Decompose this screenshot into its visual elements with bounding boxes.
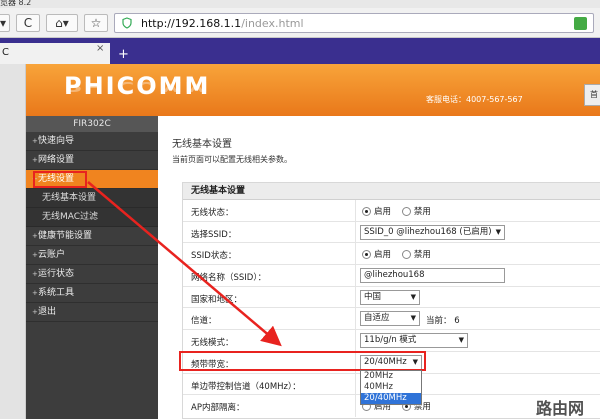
ssid-name-input[interactable]: @lihezhou168: [360, 268, 505, 284]
sidebar-item-logout[interactable]: +退出: [26, 303, 158, 322]
watermark: 路由网: [536, 399, 585, 418]
country-select-value: 中国: [364, 291, 382, 302]
channel-select-value: 自适应: [364, 313, 390, 324]
radio-label: 启用: [374, 250, 392, 261]
sidebar-item-label: 快速向导: [38, 136, 75, 146]
country-select[interactable]: 中国 ▼: [360, 289, 420, 305]
sidebar-item-label: 健康节能设置: [38, 231, 93, 241]
window-titlebar: 览器 8.2: [0, 0, 600, 8]
radio-disable[interactable]: [401, 249, 411, 259]
row-wireless-mode: 无线模式： 11b/g/n 模式 ▼: [183, 330, 600, 352]
new-tab-button[interactable]: +: [118, 47, 129, 62]
row-label: 无线状态：: [191, 208, 234, 218]
url-host: http://192.168.1.1: [141, 17, 242, 30]
header-home-button[interactable]: 首: [584, 84, 600, 106]
ssid-select-value: SSID_0 @lihezhou168 (已启用): [364, 226, 492, 237]
sidebar-item-status[interactable]: +运行状态: [26, 265, 158, 284]
sidebar-item-label: 退出: [38, 307, 57, 317]
row-ssid-name: 网络名称（SSID）： @lihezhou168: [183, 265, 600, 287]
ssid-select[interactable]: SSID_0 @lihezhou168 (已启用) ▼: [360, 224, 505, 240]
dropdown-option-20mhz[interactable]: 20MHz: [361, 371, 421, 382]
address-bar[interactable]: http://192.168.1.1/index.html: [114, 13, 594, 33]
refresh-button[interactable]: C: [16, 14, 40, 32]
radio-disable[interactable]: [401, 206, 411, 216]
wireless-mode-value: 11b/g/n 模式: [364, 335, 417, 346]
sidebar-item-power-saving[interactable]: +健康节能设置: [26, 227, 158, 246]
channel-select[interactable]: 自适应 ▼: [360, 311, 420, 327]
radio-enable[interactable]: [362, 249, 371, 259]
row-ssid-status: SSID状态： 启用 禁用: [183, 243, 600, 266]
sidebar-item-label: 无线MAC过滤: [42, 212, 99, 222]
window-title: 览器 8.2: [0, 0, 32, 7]
row-label: 选择SSID：: [191, 229, 237, 240]
radio-label: 启用: [374, 207, 392, 217]
tab-label: C: [2, 47, 9, 58]
sidebar-subitem-wireless-basic[interactable]: 无线基本设置: [26, 189, 158, 208]
extension-icon[interactable]: [574, 17, 587, 30]
sidebar-item-label: 系统工具: [38, 288, 75, 298]
shield-icon: [122, 17, 132, 29]
brand-logo-reflection: PHICOMM: [64, 78, 211, 94]
row-wireless-status: 无线状态： 启用 禁用: [183, 200, 600, 222]
radio-enable[interactable]: [362, 206, 371, 216]
row-label: 网络名称（SSID）：: [191, 273, 267, 284]
panel-title: 无线基本设置: [183, 183, 600, 200]
dropdown-arrow-icon: ▼: [458, 336, 464, 345]
highlight-box-bandwidth: [179, 351, 426, 371]
dropdown-option-40mhz[interactable]: 40MHz: [361, 382, 421, 393]
sidebar-item-quick-guide[interactable]: +快速向导: [26, 132, 158, 151]
dropdown-arrow-icon: ▼: [495, 227, 501, 236]
page-description: 当前页面可以配置无线相关参数。: [172, 155, 292, 164]
sidebar-subitem-mac-filter[interactable]: 无线MAC过滤: [26, 208, 158, 227]
row-label: 信道：: [191, 316, 217, 327]
sidebar-item-system-tools[interactable]: +系统工具: [26, 284, 158, 303]
dropdown-arrow-icon: ▼: [410, 292, 416, 301]
row-channel: 信道： 自适应 ▼ 当前： 6: [183, 308, 600, 331]
hotline-text: 客服电话：4007-567-567: [426, 95, 523, 104]
sidebar-nav: FIR302C +快速向导 +网络设置 −无线设置 无线基本设置 无线MAC过滤…: [26, 116, 158, 419]
row-label: 国家和地区：: [191, 294, 243, 305]
sidebar-item-label: 云账户: [38, 250, 66, 260]
browser-toolbar: ▾ C ⌂▾ ☆ http://192.168.1.1/index.html: [0, 8, 600, 38]
bookmark-star-button[interactable]: ☆: [84, 14, 108, 32]
sidebar-item-label: 网络设置: [38, 155, 75, 165]
row-country: 国家和地区： 中国 ▼: [183, 286, 600, 309]
back-dropdown-button[interactable]: ▾: [0, 14, 10, 32]
sidebar-item-label: 无线基本设置: [42, 193, 97, 203]
home-button[interactable]: ⌂▾: [46, 14, 78, 32]
sidebar-item-label: 运行状态: [38, 269, 75, 279]
tab-strip: C × +: [0, 38, 600, 64]
wireless-mode-select[interactable]: 11b/g/n 模式 ▼: [360, 333, 468, 349]
tab-close-icon[interactable]: ×: [96, 43, 104, 54]
row-label: 无线模式：: [191, 338, 234, 349]
dropdown-option-20-40mhz[interactable]: 20/40MHz: [361, 393, 421, 404]
radio-label: 禁用: [413, 207, 431, 217]
sidebar-item-network[interactable]: +网络设置: [26, 151, 158, 170]
bandwidth-dropdown-list[interactable]: 20MHz 40MHz 20/40MHz: [360, 370, 422, 405]
row-label: SSID状态：: [191, 251, 237, 262]
sidebar-item-cloud-account[interactable]: +云账户: [26, 246, 158, 265]
tab-active[interactable]: C: [0, 43, 110, 64]
page-title: 无线基本设置: [172, 139, 232, 150]
model-name: FIR302C: [26, 116, 158, 132]
router-header: PHICOMM PHICOMM 客服电话：4007-567-567 首: [26, 64, 600, 116]
current-channel-text: 当前： 6: [426, 316, 460, 327]
window-edge: [0, 64, 26, 419]
url-path: /index.html: [241, 17, 304, 30]
row-label: 单边带控制信道（40MHz）：: [191, 381, 301, 392]
highlight-box-wireless: [33, 171, 87, 188]
row-select-ssid: 选择SSID： SSID_0 @lihezhou168 (已启用) ▼: [183, 221, 600, 244]
radio-label: 禁用: [413, 250, 431, 261]
row-label: AP内部隔离：: [191, 403, 245, 414]
dropdown-arrow-icon: ▼: [410, 314, 416, 323]
